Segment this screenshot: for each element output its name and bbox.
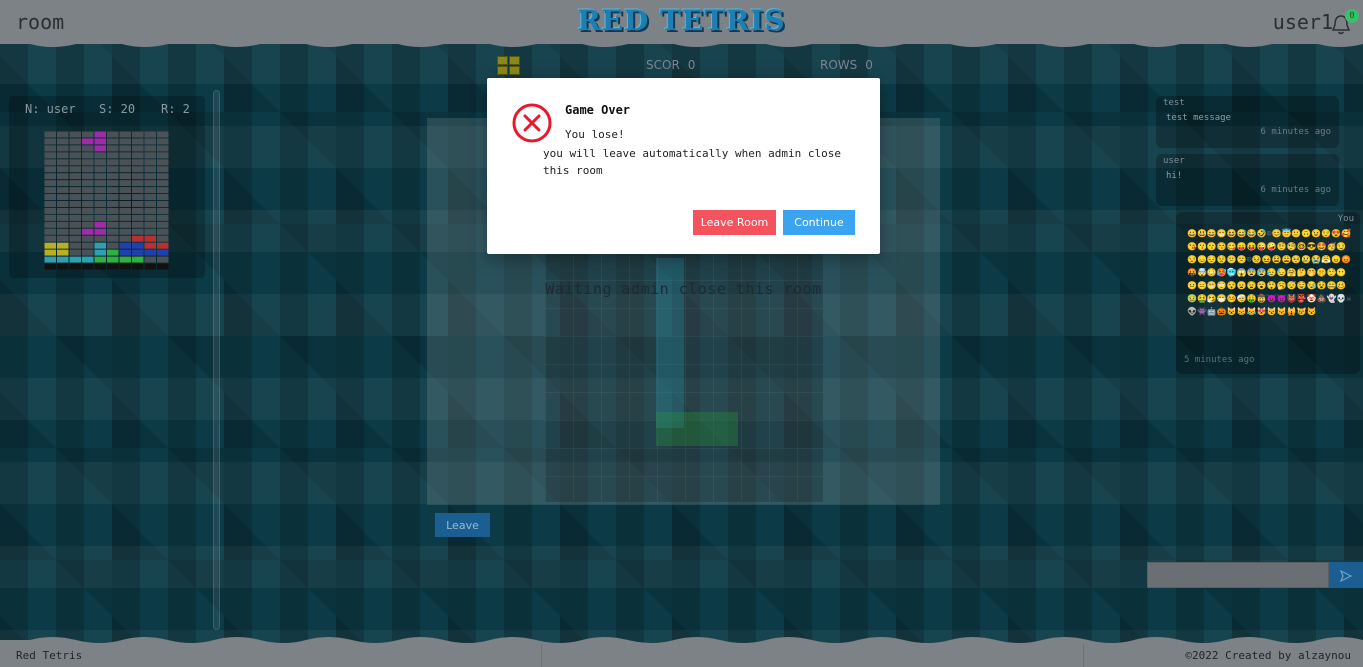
dialog-title: Game Over: [565, 103, 631, 117]
dialog-detail: you will leave automatically when admin …: [543, 147, 842, 177]
continue-button[interactable]: Continue: [783, 210, 855, 235]
error-icon: [512, 103, 552, 143]
leave-room-button[interactable]: Leave Room: [693, 210, 776, 235]
game-over-dialog: Game Over You lose! you will leave autom…: [487, 78, 880, 254]
dialog-message: You lose!: [565, 128, 625, 141]
